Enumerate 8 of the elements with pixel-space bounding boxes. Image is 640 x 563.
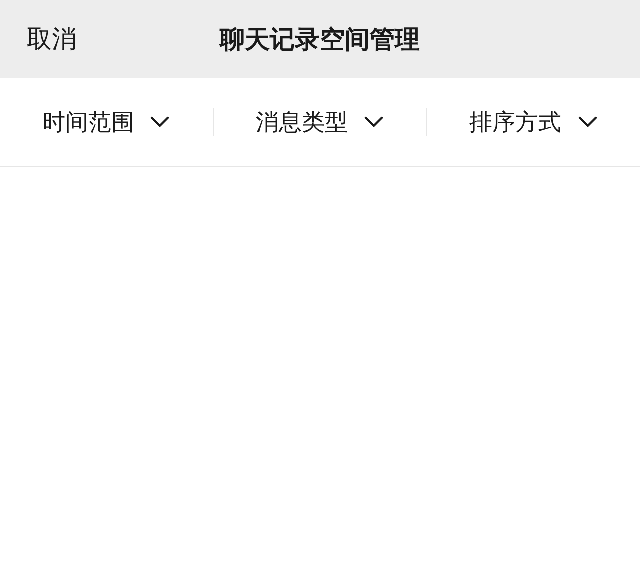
chevron-down-icon (578, 116, 598, 128)
chevron-down-icon (150, 116, 170, 128)
page-title: 聊天记录空间管理 (220, 24, 420, 56)
filter-dropdown[interactable]: 时间范围 (42, 106, 170, 138)
filter-dropdown[interactable]: 消息类型 (256, 106, 384, 138)
filter-dropdown[interactable]: 排序方式 (470, 106, 598, 138)
chevron-down-icon (364, 116, 384, 128)
cancel-button[interactable]: 取消 (27, 22, 77, 56)
